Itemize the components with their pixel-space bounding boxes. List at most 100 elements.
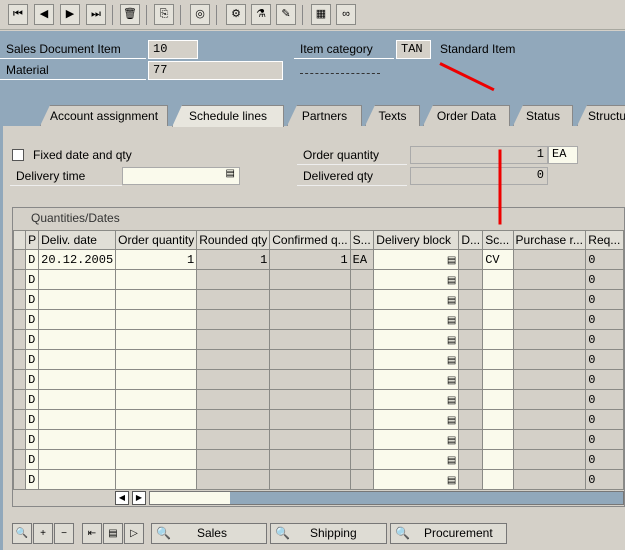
row-selector[interactable] [12, 349, 27, 370]
last-page-icon[interactable]: ⏭ [86, 4, 106, 25]
table-cell[interactable] [38, 409, 117, 430]
dropdown-list-icon[interactable]: ▤ [447, 316, 456, 327]
dropdown-list-icon[interactable]: ▤ [447, 396, 456, 407]
table-cell[interactable] [115, 409, 198, 430]
table-cell[interactable] [115, 429, 198, 450]
column-header[interactable]: Delivery block [373, 230, 460, 250]
table-cell[interactable] [115, 469, 198, 490]
table-cell[interactable] [38, 349, 117, 370]
table-cell[interactable] [482, 409, 514, 430]
tab-order-data[interactable]: Order Data [423, 105, 510, 126]
table-cell[interactable]: 1 [115, 249, 198, 270]
dropdown-list-icon[interactable]: ▤ [447, 436, 456, 447]
previous-page-icon[interactable]: ◀ [34, 4, 54, 25]
table-cell[interactable] [482, 449, 514, 470]
table-cell[interactable] [482, 429, 514, 450]
copy-icon[interactable]: ⎘ [154, 4, 174, 25]
table-cell[interactable]: ▤ [373, 369, 460, 390]
table-cell[interactable]: CV [482, 249, 514, 270]
table-cell[interactable] [482, 289, 514, 310]
edit-icon[interactable]: ✎ [276, 4, 296, 25]
column-header[interactable]: D... [458, 230, 484, 250]
table-cell[interactable]: ▤ [373, 409, 460, 430]
row-selector[interactable] [12, 309, 27, 330]
table-cell[interactable] [115, 389, 198, 410]
table-cell[interactable]: ▤ [373, 269, 460, 290]
table-cell[interactable] [115, 349, 198, 370]
dropdown-list-icon[interactable]: ▤ [447, 296, 456, 307]
tab-account-assignment[interactable]: Account assignment [40, 105, 168, 126]
insert-row-icon[interactable]: + [33, 523, 53, 544]
select-all-icon[interactable]: ⇤ [82, 523, 102, 544]
row-selector[interactable] [12, 329, 27, 350]
table-cell[interactable]: ▤ [373, 329, 460, 350]
table-cell[interactable] [482, 369, 514, 390]
table-cell[interactable]: D [25, 449, 40, 470]
column-header[interactable]: Order quantity [115, 230, 198, 250]
table-cell[interactable]: ▤ [373, 309, 460, 330]
row-selector[interactable] [12, 469, 27, 490]
dropdown-list-icon[interactable]: ▤ [447, 256, 456, 267]
dropdown-list-icon[interactable]: ▤ [447, 376, 456, 387]
display-document-icon[interactable]: ◎ [190, 4, 210, 25]
table-cell[interactable]: D [25, 469, 40, 490]
scroll-left-button[interactable]: ◀ [115, 491, 129, 505]
table-cell[interactable] [38, 429, 117, 450]
row-selector[interactable] [12, 389, 27, 410]
column-header[interactable]: Rounded qty [196, 230, 271, 250]
procurement-button[interactable]: 🔍 Procurement [390, 523, 507, 544]
dropdown-list-icon[interactable]: ▤ [447, 336, 456, 347]
dropdown-list-icon[interactable]: ▤ [447, 456, 456, 467]
table-cell[interactable]: D [25, 249, 40, 270]
table-cell[interactable] [115, 289, 198, 310]
calculator-icon[interactable]: ▦ [311, 4, 331, 25]
table-cell[interactable] [482, 269, 514, 290]
dropdown-list-icon[interactable]: ▤ [226, 168, 235, 179]
first-page-icon[interactable]: ⏮ [8, 4, 28, 25]
delivery-time-field[interactable]: ▤ [122, 167, 240, 185]
table-cell[interactable]: D [25, 369, 40, 390]
table-cell[interactable] [482, 469, 514, 490]
table-cell[interactable] [38, 469, 117, 490]
table-cell[interactable] [38, 389, 117, 410]
scroll-right-button[interactable]: ▶ [132, 491, 146, 505]
tab-status[interactable]: Status [513, 105, 573, 126]
row-selector[interactable] [12, 429, 27, 450]
table-cell[interactable] [38, 309, 117, 330]
dropdown-list-icon[interactable]: ▤ [447, 476, 456, 487]
table-cell[interactable] [38, 269, 117, 290]
table-cell[interactable]: D [25, 349, 40, 370]
table-cell[interactable]: D [25, 289, 40, 310]
row-selector[interactable] [12, 289, 27, 310]
column-header[interactable]: Purchase r... [512, 230, 587, 250]
fixed-date-checkbox[interactable] [12, 149, 24, 161]
horizontal-scrollbar[interactable] [149, 491, 624, 505]
select-block-icon[interactable]: ▤ [103, 523, 123, 544]
column-header[interactable]: P [25, 230, 40, 250]
column-header[interactable]: Confirmed q... [269, 230, 351, 250]
table-cell[interactable]: D [25, 329, 40, 350]
delete-row-icon[interactable]: − [54, 523, 74, 544]
table-cell[interactable]: D [25, 389, 40, 410]
table-cell[interactable]: D [25, 429, 40, 450]
table-cell[interactable]: ▤ [373, 449, 460, 470]
select-all-cell[interactable] [12, 230, 27, 250]
order-unit-field[interactable]: EA [548, 146, 578, 164]
table-cell[interactable] [482, 329, 514, 350]
table-cell[interactable]: D [25, 409, 40, 430]
table-cell[interactable]: D [25, 309, 40, 330]
row-selector[interactable] [12, 409, 27, 430]
dropdown-list-icon[interactable]: ▤ [447, 356, 456, 367]
dropdown-list-icon[interactable]: ▤ [447, 416, 456, 427]
table-cell[interactable] [482, 349, 514, 370]
table-cell[interactable] [482, 389, 514, 410]
table-cell[interactable]: ▤ [373, 289, 460, 310]
column-header[interactable]: Deliv. date [38, 230, 117, 250]
table-cell[interactable] [38, 329, 117, 350]
table-cell[interactable] [38, 369, 117, 390]
shipping-button[interactable]: 🔍 Shipping [270, 523, 387, 544]
table-cell[interactable]: ▤ [373, 429, 460, 450]
table-cell[interactable]: D [25, 269, 40, 290]
table-cell[interactable] [115, 269, 198, 290]
row-selector[interactable] [12, 269, 27, 290]
